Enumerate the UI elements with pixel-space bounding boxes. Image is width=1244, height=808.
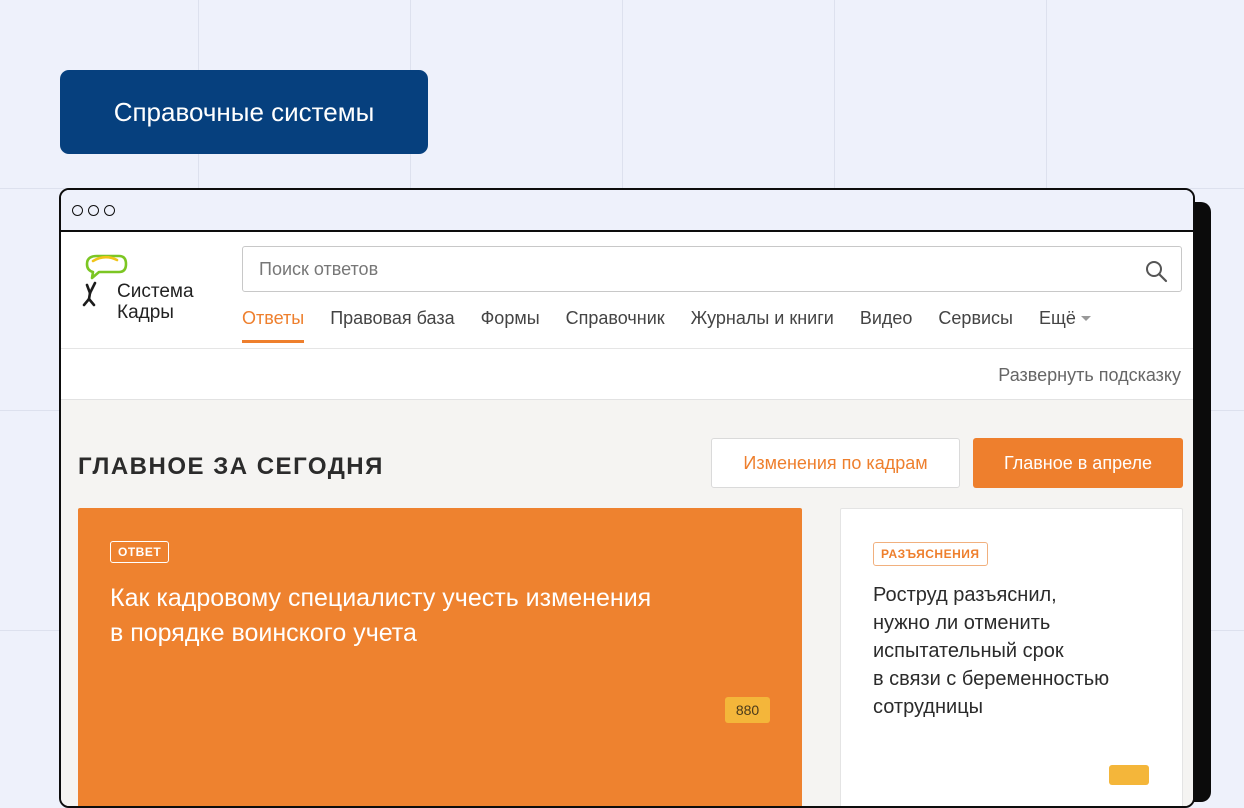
card-title-line: Как кадровому специалисту учесть изменен… (110, 584, 652, 612)
site-logo[interactable]: Система Кадры (81, 252, 211, 332)
section-label: Справочные системы (60, 70, 428, 154)
site-header: Система Кадры Ответы Правовая база Формы… (61, 232, 1193, 349)
chevron-down-icon (1080, 316, 1091, 321)
nav-item-more[interactable]: Ещё (1039, 308, 1091, 343)
card-title-line: в связи с беременностью (873, 668, 1110, 690)
page-title: ГЛАВНОЕ ЗА СЕГОДНЯ (78, 453, 384, 480)
window-control-dot[interactable] (88, 204, 99, 216)
view-count-badge (1109, 765, 1149, 785)
card-title-line: нужно ли отменить (873, 612, 1051, 634)
section-label-text: Справочные системы (113, 96, 375, 127)
april-highlights-button[interactable]: Главное в апреле (973, 438, 1183, 488)
featured-answer-card[interactable]: ОТВЕТ Как кадровому специалисту учесть и… (78, 508, 802, 806)
card-tag: ОТВЕТ (110, 541, 170, 563)
changes-hr-button[interactable]: Изменения по кадрам (711, 438, 960, 488)
card-title: Как кадровому специалисту учесть изменен… (110, 581, 750, 651)
search-icon[interactable] (1144, 259, 1168, 283)
web-page: Система Кадры Ответы Правовая база Формы… (61, 232, 1193, 806)
card-tag: РАЗЪЯСНЕНИЯ (873, 542, 988, 566)
nav-item-forms[interactable]: Формы (481, 308, 540, 343)
card-title-line: Роструд разъяснил, (873, 584, 1057, 606)
browser-window: Система Кадры Ответы Правовая база Формы… (59, 188, 1195, 808)
nav-item-answers[interactable]: Ответы (242, 308, 305, 343)
logo-line: Система (117, 281, 194, 302)
expand-hint-link[interactable]: Развернуть подсказку (998, 365, 1181, 386)
logo-line: Кадры (117, 302, 174, 323)
main-nav: Ответы Правовая база Формы Справочник Жу… (242, 308, 1091, 343)
nav-item-video[interactable]: Видео (860, 308, 913, 343)
logo-text: Система Кадры (117, 281, 194, 323)
nav-item-journals-books[interactable]: Журналы и книги (691, 308, 834, 343)
nav-item-reference[interactable]: Справочник (566, 308, 665, 343)
window-titlebar (61, 190, 1193, 232)
view-count-badge: 880 (725, 697, 770, 723)
window-control-dot[interactable] (104, 204, 115, 216)
card-title: Роструд разъяснил, нужно ли отменить исп… (873, 581, 1163, 721)
nav-item-more-label: Ещё (1039, 308, 1076, 328)
explanation-card[interactable]: РАЗЪЯСНЕНИЯ Роструд разъяснил, нужно ли … (840, 508, 1183, 806)
window-control-dot[interactable] (72, 204, 83, 216)
card-title-line: в порядке воинского учета (110, 619, 417, 647)
card-title-line: сотрудницы (873, 696, 984, 718)
card-title-line: испытательный срок (873, 640, 1064, 662)
hint-bar: Развернуть подсказку (61, 349, 1193, 400)
nav-item-legal-base[interactable]: Правовая база (330, 308, 454, 343)
search-input[interactable] (242, 246, 1182, 292)
nav-item-services[interactable]: Сервисы (938, 308, 1013, 343)
